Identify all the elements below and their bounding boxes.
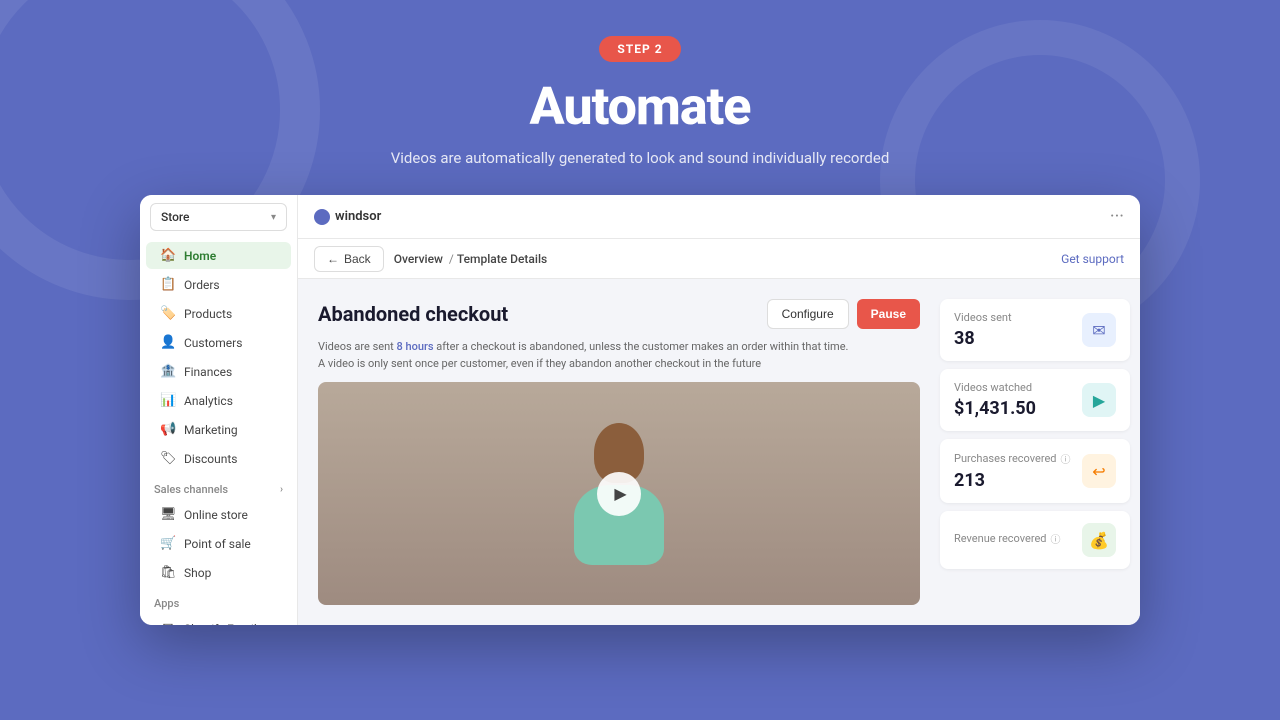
step-badge: STEP 2 bbox=[599, 36, 680, 62]
customers-icon: 👤 bbox=[160, 335, 176, 350]
discounts-icon: 🏷 bbox=[160, 451, 176, 466]
sidebar-item-home-label: Home bbox=[184, 249, 216, 263]
sidebar-item-marketing-label: Marketing bbox=[184, 423, 238, 437]
stat-info-videos-sent: Videos sent 38 bbox=[954, 311, 1082, 349]
analytics-icon: 📊 bbox=[160, 393, 176, 408]
logo-dot bbox=[314, 209, 330, 225]
content-area: Abandoned checkout Configure Pause Video… bbox=[298, 279, 1140, 625]
get-support-link[interactable]: Get support bbox=[1061, 252, 1124, 266]
subtitle: Videos are automatically generated to lo… bbox=[391, 149, 890, 167]
sidebar-item-shop[interactable]: 🛍 Shop bbox=[146, 559, 291, 586]
configure-button[interactable]: Configure bbox=[767, 299, 849, 329]
pause-button[interactable]: Pause bbox=[857, 299, 920, 329]
main-title: Automate bbox=[529, 76, 750, 137]
breadcrumb: Overview / Template Details bbox=[394, 252, 548, 266]
sidebar-item-products-label: Products bbox=[184, 307, 232, 321]
main-content: windsor ··· ← Back Overview / Template D… bbox=[298, 195, 1140, 625]
sidebar-item-finances[interactable]: 🏦 Finances bbox=[146, 358, 291, 385]
video-thumbnail[interactable]: ▶ bbox=[318, 382, 920, 605]
shopify-email-icon: ✉ bbox=[160, 621, 176, 625]
chevron-down-icon: ▾ bbox=[271, 212, 276, 223]
apps-label: Apps bbox=[154, 597, 179, 610]
sidebar-item-discounts-label: Discounts bbox=[184, 452, 237, 466]
sidebar-item-discounts[interactable]: 🏷 Discounts bbox=[146, 445, 291, 472]
back-label: Back bbox=[344, 252, 371, 266]
sales-channels-section: Sales channels › bbox=[140, 473, 297, 500]
stat-value-videos-watched: $1,431.50 bbox=[954, 398, 1082, 419]
stat-value-purchases-recovered: 213 bbox=[954, 470, 1082, 491]
page-title: Abandoned checkout bbox=[318, 302, 508, 326]
sidebar-item-analytics-label: Analytics bbox=[184, 394, 233, 408]
back-arrow-icon: ← bbox=[327, 252, 339, 266]
page-title-row: Abandoned checkout Configure Pause bbox=[318, 299, 920, 329]
sidebar-item-orders-label: Orders bbox=[184, 278, 220, 292]
sidebar: Store ▾ 🏠 Home 📋 Orders 🏷️ Products 👤 Cu… bbox=[140, 195, 298, 625]
stat-icon-videos-watched: ▶ bbox=[1082, 383, 1116, 417]
stat-icon-videos-sent: ✉ bbox=[1082, 313, 1116, 347]
sidebar-item-pos-label: Point of sale bbox=[184, 537, 251, 551]
topbar-menu-icon[interactable]: ··· bbox=[1110, 206, 1124, 227]
right-panel: Videos sent 38 ✉ Videos watched $1,431.5… bbox=[940, 279, 1140, 625]
sidebar-item-orders[interactable]: 📋 Orders bbox=[146, 271, 291, 298]
info-icon-revenue[interactable]: ⓘ bbox=[1051, 531, 1061, 546]
finances-icon: 🏦 bbox=[160, 364, 176, 379]
sidebar-item-customers[interactable]: 👤 Customers bbox=[146, 329, 291, 356]
sidebar-item-pos[interactable]: 🛒 Point of sale bbox=[146, 530, 291, 557]
sidebar-item-shopify-email[interactable]: ✉ Shopify Email bbox=[146, 615, 291, 625]
app-window: Store ▾ 🏠 Home 📋 Orders 🏷️ Products 👤 Cu… bbox=[140, 195, 1140, 625]
description: Videos are sent 8 hours after a checkout… bbox=[318, 339, 920, 372]
shop-icon: 🛍 bbox=[160, 565, 176, 580]
sidebar-item-customers-label: Customers bbox=[184, 336, 242, 350]
sidebar-item-home[interactable]: 🏠 Home bbox=[146, 242, 291, 269]
highlight-hours: 8 hours bbox=[396, 340, 433, 353]
stat-info-purchases-recovered: Purchases recovered ⓘ 213 bbox=[954, 451, 1082, 491]
sidebar-item-products[interactable]: 🏷️ Products bbox=[146, 300, 291, 327]
pos-icon: 🛒 bbox=[160, 536, 176, 551]
breadcrumb-current: Template Details bbox=[457, 252, 547, 266]
stat-icon-purchases-recovered: ↩ bbox=[1082, 454, 1116, 488]
products-icon: 🏷️ bbox=[160, 306, 176, 321]
action-buttons: Configure Pause bbox=[767, 299, 920, 329]
play-icon: ▶ bbox=[614, 484, 626, 503]
play-button[interactable]: ▶ bbox=[597, 472, 641, 516]
stat-icon-revenue-recovered: 💰 bbox=[1082, 523, 1116, 557]
orders-icon: 📋 bbox=[160, 277, 176, 292]
breadcrumb-bar: ← Back Overview / Template Details Get s… bbox=[298, 239, 1140, 279]
stat-card-revenue-recovered: Revenue recovered ⓘ 💰 bbox=[940, 511, 1130, 569]
stat-card-purchases-recovered: Purchases recovered ⓘ 213 ↩ bbox=[940, 439, 1130, 503]
stat-value-videos-sent: 38 bbox=[954, 328, 1082, 349]
sidebar-item-shop-label: Shop bbox=[184, 566, 211, 580]
stat-label-purchases-recovered: Purchases recovered ⓘ bbox=[954, 451, 1082, 466]
left-panel: Abandoned checkout Configure Pause Video… bbox=[298, 279, 940, 625]
stat-card-videos-sent: Videos sent 38 ✉ bbox=[940, 299, 1130, 361]
header-section: STEP 2 Automate Videos are automatically… bbox=[391, 0, 890, 195]
sidebar-item-shopify-email-label: Shopify Email bbox=[184, 622, 257, 626]
sidebar-item-finances-label: Finances bbox=[184, 365, 232, 379]
back-button[interactable]: ← Back bbox=[314, 246, 384, 272]
apps-section: Apps bbox=[140, 587, 297, 614]
home-icon: 🏠 bbox=[160, 248, 176, 263]
store-selector-label: Store bbox=[161, 210, 190, 224]
sales-channels-chevron[interactable]: › bbox=[280, 484, 283, 495]
sales-channels-label: Sales channels bbox=[154, 483, 228, 496]
windsor-logo: windsor bbox=[314, 209, 381, 225]
online-store-icon: 🖥 bbox=[160, 507, 176, 522]
topbar-left: windsor bbox=[314, 209, 381, 225]
stat-card-videos-watched: Videos watched $1,431.50 ▶ bbox=[940, 369, 1130, 431]
stat-label-videos-watched: Videos watched bbox=[954, 381, 1082, 394]
sidebar-item-marketing[interactable]: 📢 Marketing bbox=[146, 416, 291, 443]
sidebar-item-online-store-label: Online store bbox=[184, 508, 248, 522]
logo-text: windsor bbox=[335, 209, 381, 224]
store-selector[interactable]: Store ▾ bbox=[150, 203, 287, 231]
info-icon-purchases[interactable]: ⓘ bbox=[1061, 451, 1071, 466]
stat-label-videos-sent: Videos sent bbox=[954, 311, 1082, 324]
sidebar-item-analytics[interactable]: 📊 Analytics bbox=[146, 387, 291, 414]
sidebar-item-online-store[interactable]: 🖥 Online store bbox=[146, 501, 291, 528]
stat-info-videos-watched: Videos watched $1,431.50 bbox=[954, 381, 1082, 419]
topbar: windsor ··· bbox=[298, 195, 1140, 239]
marketing-icon: 📢 bbox=[160, 422, 176, 437]
stat-info-revenue-recovered: Revenue recovered ⓘ bbox=[954, 531, 1082, 550]
stat-label-revenue-recovered: Revenue recovered ⓘ bbox=[954, 531, 1082, 546]
breadcrumb-overview[interactable]: Overview bbox=[394, 252, 443, 266]
